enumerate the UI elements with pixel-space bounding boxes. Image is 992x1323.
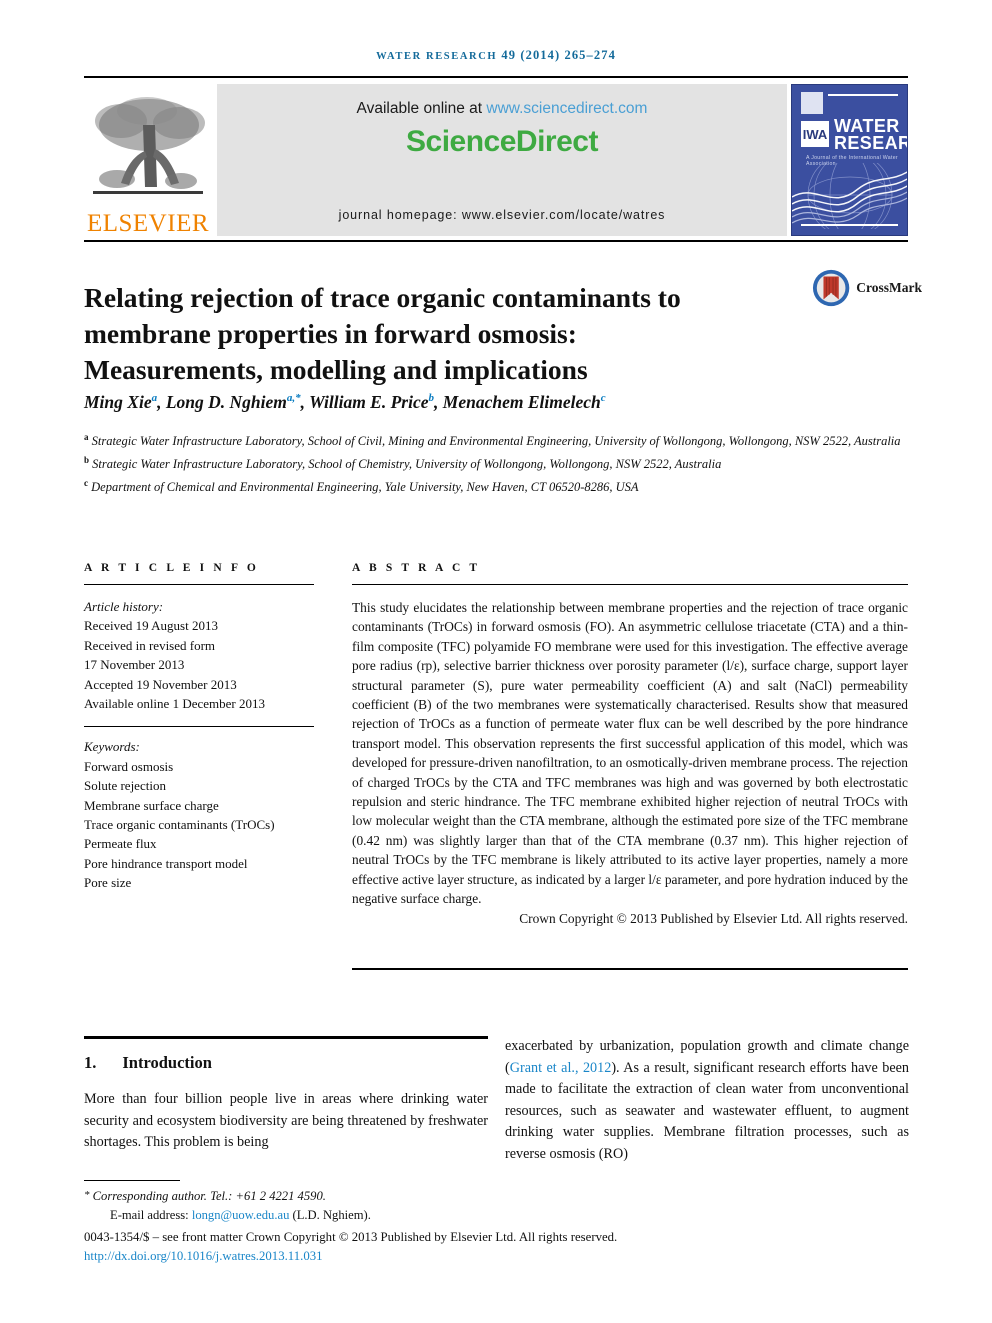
cover-bottom-rule: [801, 224, 898, 226]
sciencedirect-banner: Available online at www.sciencedirect.co…: [217, 84, 787, 236]
running-head-citation: 49 (2014) 265–274: [501, 48, 616, 62]
elsevier-logo: ELSEVIER: [84, 84, 212, 236]
cover-globe-graphic: [792, 163, 907, 229]
abstract-end-rule: [352, 968, 908, 970]
abstract-heading: A B S T R A C T: [352, 562, 481, 574]
article-info-rule: [84, 584, 314, 585]
keywords-label: Keywords:: [84, 739, 140, 755]
cover-top-rule: [828, 94, 898, 96]
article-history-item: Received in revised form: [84, 637, 216, 653]
corresponding-author-prefix: Corresponding author. Tel.:: [92, 1189, 236, 1203]
elsevier-tree-icon: [87, 91, 209, 209]
keywords-block: Keywords: Forward osmosis Solute rejecti…: [84, 737, 314, 892]
body-column-right: exacerbated by urbanization, population …: [505, 1036, 909, 1165]
article-history-item: Received 19 August 2013: [84, 618, 218, 634]
affiliation-text: Strategic Water Infrastructure Laborator…: [91, 434, 901, 449]
issn-copyright-line: 0043-1354/$ – see front matter Crown Cop…: [84, 1230, 618, 1244]
corresponding-author-phone: +61 2 4221 4590.: [235, 1189, 326, 1203]
section-number: 1.: [84, 1053, 97, 1072]
article-history-block: Article history: Received 19 August 2013…: [84, 597, 314, 713]
iwa-badge-icon: IWA: [801, 121, 829, 147]
article-history-label: Article history:: [84, 599, 164, 614]
journal-homepage-line[interactable]: journal homepage: www.elsevier.com/locat…: [339, 208, 666, 222]
masthead: ELSEVIER Available online at www.science…: [84, 84, 908, 236]
affiliation-marker: a: [84, 432, 89, 442]
running-head: WATER RESEARCH 49 (2014) 265–274: [84, 48, 908, 63]
email-suffix: (L.D. Nghiem).: [289, 1208, 371, 1222]
email-label: E-mail address:: [110, 1208, 192, 1222]
article-history-item: 17 November 2013: [84, 657, 185, 673]
abstract-text: This study elucidates the relationship b…: [352, 600, 908, 907]
header-rule-bottom: [84, 240, 908, 242]
article-info-heading: A R T I C L E I N F O: [84, 562, 259, 574]
affiliation-marker: b: [84, 454, 90, 465]
intro-paragraph-left: More than four billion people live in ar…: [84, 1091, 488, 1150]
asterisk-icon: *: [84, 1189, 90, 1201]
section-title-text: Introduction: [122, 1053, 212, 1072]
keyword-item: Pore hindrance transport model: [84, 855, 248, 871]
affiliation-item: a Strategic Water Infrastructure Laborat…: [84, 428, 914, 451]
section-heading-introduction: 1. Introduction: [84, 1053, 488, 1073]
keyword-item: Solute rejection: [84, 778, 166, 794]
body-column-left: 1. Introduction More than four billion p…: [84, 1036, 488, 1154]
crossmark-badge[interactable]: CrossMark: [812, 266, 922, 310]
section-rule: [84, 1036, 488, 1039]
article-history-item: Available online 1 December 2013: [84, 696, 265, 712]
affiliation-item: b Strategic Water Infrastructure Laborat…: [84, 451, 914, 474]
keyword-item: Permeate flux: [84, 836, 157, 852]
cover-title: WATER RESEARCH: [834, 117, 907, 153]
cover-title-line2: RESEARCH: [834, 132, 907, 153]
article-first-page: WATER RESEARCH 49 (2014) 265–274 ELSEVIE…: [0, 0, 992, 1323]
corresponding-author-note: * Corresponding author. Tel.: +61 2 4221…: [84, 1186, 908, 1206]
sciencedirect-logo: ScienceDirect: [406, 125, 598, 158]
author-list: Ming Xiea, Long D. Nghiema,*, William E.…: [84, 392, 914, 413]
keyword-item: Forward osmosis: [84, 758, 174, 774]
intro-paragraph-right: exacerbated by urbanization, population …: [505, 1036, 909, 1165]
elsevier-wordmark: ELSEVIER: [86, 210, 210, 237]
article-history-item: Accepted 19 November 2013: [84, 676, 237, 692]
abstract-rule: [352, 584, 908, 585]
cover-publisher-mark: [801, 92, 823, 114]
abstract-copyright: Crown Copyright © 2013 Published by Else…: [519, 910, 908, 926]
footnote-rule: [84, 1180, 180, 1181]
affiliation-text: Department of Chemical and Environmental…: [91, 479, 639, 494]
affiliation-list: a Strategic Water Infrastructure Laborat…: [84, 428, 914, 496]
affiliation-text: Strategic Water Infrastructure Laborator…: [92, 456, 722, 471]
affiliation-item: c Department of Chemical and Environment…: [84, 474, 914, 497]
article-info-column: A R T I C L E I N F O Article history: R…: [84, 562, 314, 893]
doi-link[interactable]: http://dx.doi.org/10.1016/j.watres.2013.…: [84, 1247, 908, 1266]
running-head-journal: WATER RESEARCH: [376, 51, 498, 62]
header-rule-top: [84, 76, 908, 78]
abstract-column: A B S T R A C T This study elucidates th…: [352, 562, 908, 927]
email-note: E-mail address: longn@uow.edu.au (L.D. N…: [84, 1206, 908, 1225]
keywords-rule: [84, 726, 314, 728]
affiliation-marker: c: [84, 477, 88, 488]
page-footer: * Corresponding author. Tel.: +61 2 4221…: [84, 1186, 908, 1266]
water-research-cover-image: IWA WATER RESEARCH A Journal of the Inte…: [791, 84, 908, 236]
crossmark-label: CrossMark: [856, 280, 922, 295]
available-online-line: Available online at www.sciencedirect.co…: [357, 100, 648, 118]
sciencedirect-url-link[interactable]: www.sciencedirect.com: [486, 100, 647, 117]
author-names: Ming Xiea, Long D. Nghiema,*, William E.…: [84, 392, 606, 412]
keyword-item: Pore size: [84, 875, 132, 891]
keyword-item: Trace organic contaminants (TrOCs): [84, 817, 275, 833]
keyword-item: Membrane surface charge: [84, 797, 219, 813]
available-online-prefix: Available online at: [356, 100, 487, 117]
page-title: Relating rejection of trace organic cont…: [84, 282, 681, 386]
crossmark-icon: [812, 269, 850, 307]
citation-link[interactable]: Grant et al., 2012: [510, 1060, 612, 1076]
email-link[interactable]: longn@uow.edu.au: [192, 1208, 290, 1222]
